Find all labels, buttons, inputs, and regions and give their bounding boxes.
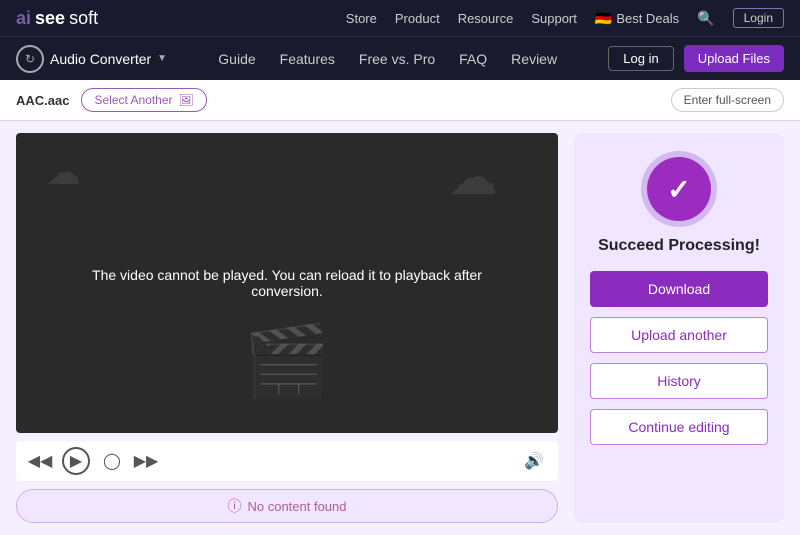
action-buttons: Download Upload another History Continue… <box>590 271 768 445</box>
volume-button[interactable]: 🔊 <box>522 449 546 473</box>
video-panel: ☁ ☁ 🎬 The video cannot be played. You ca… <box>16 133 558 523</box>
video-message: The video cannot be played. You can relo… <box>16 267 558 299</box>
best-deals[interactable]: 🇩🇪 Best Deals <box>595 10 679 27</box>
select-another-label: Select Another <box>94 93 172 107</box>
login-button[interactable]: Log in <box>608 46 673 71</box>
brand-icon: ↻ <box>16 45 44 73</box>
success-text: Succeed Processing! <box>598 237 760 255</box>
play-button[interactable]: ▶ <box>62 447 90 475</box>
video-controls: ◀◀ ▶ ◯ ▶▶ 🔊 <box>16 441 558 481</box>
cloud-icon-right: ☁ <box>448 148 498 206</box>
file-name-label: AAC.aac <box>16 93 69 108</box>
top-nav: aiseesoft Store Product Resource Support… <box>0 0 800 36</box>
nav-support[interactable]: Support <box>531 11 577 26</box>
chevron-down-icon[interactable]: ▼ <box>157 53 167 64</box>
logo-soft: soft <box>69 8 98 29</box>
secondary-nav-links: Guide Features Free vs. Pro FAQ Review <box>218 51 557 67</box>
info-icon: ⓘ <box>227 496 241 516</box>
nav-resource[interactable]: Resource <box>458 11 514 26</box>
controls-left: ◀◀ ▶ ◯ ▶▶ <box>28 447 158 475</box>
checkmark-icon: ✓ <box>667 173 690 206</box>
nav-faq[interactable]: FAQ <box>459 51 487 67</box>
logo-see: see <box>35 8 65 29</box>
content-area: ☁ ☁ 🎬 The video cannot be played. You ca… <box>0 121 800 535</box>
right-panel: ✓ Succeed Processing! Download Upload an… <box>574 133 784 523</box>
toolbar-left: AAC.aac Select Another 🖼 <box>16 88 207 112</box>
logo: aiseesoft <box>16 8 98 29</box>
flag-icon: 🇩🇪 <box>595 10 612 27</box>
no-content-bar: ⓘ No content found <box>16 489 558 523</box>
nav-product[interactable]: Product <box>395 11 440 26</box>
search-icon[interactable]: 🔍 <box>697 10 714 27</box>
brand-label: Audio Converter <box>50 51 151 67</box>
monitor-icon: 🖼 <box>179 93 194 107</box>
nav-review[interactable]: Review <box>511 51 557 67</box>
continue-editing-button[interactable]: Continue editing <box>590 409 768 445</box>
brand-nav: ↻ Audio Converter ▼ <box>16 45 167 73</box>
history-button[interactable]: History <box>590 363 768 399</box>
success-circle: ✓ <box>647 157 711 221</box>
top-nav-links: Store Product Resource Support 🇩🇪 Best D… <box>346 8 784 28</box>
fullscreen-button[interactable]: Enter full-screen <box>671 88 784 112</box>
main-toolbar: AAC.aac Select Another 🖼 Enter full-scre… <box>0 80 800 121</box>
download-button[interactable]: Download <box>590 271 768 307</box>
stop-button[interactable]: ◯ <box>100 449 124 473</box>
fast-forward-button[interactable]: ▶▶ <box>134 449 158 473</box>
upload-files-button[interactable]: Upload Files <box>684 45 784 72</box>
top-login-button[interactable]: Login <box>733 8 784 28</box>
upload-another-button[interactable]: Upload another <box>590 317 768 353</box>
nav-free-vs-pro[interactable]: Free vs. Pro <box>359 51 435 67</box>
video-container: ☁ ☁ 🎬 The video cannot be played. You ca… <box>16 133 558 433</box>
logo-ai: ai <box>16 8 31 29</box>
second-nav: ↻ Audio Converter ▼ Guide Features Free … <box>0 36 800 80</box>
select-another-button[interactable]: Select Another 🖼 <box>81 88 206 112</box>
no-content-text: No content found <box>247 499 346 514</box>
nav-guide[interactable]: Guide <box>218 51 255 67</box>
best-deals-label: Best Deals <box>616 11 679 26</box>
cloud-icon-left: ☁ <box>46 153 81 193</box>
nav-actions: Log in Upload Files <box>608 45 784 72</box>
nav-features[interactable]: Features <box>280 51 335 67</box>
nav-store[interactable]: Store <box>346 11 377 26</box>
film-icon: 🎬 <box>243 321 330 403</box>
rewind-button[interactable]: ◀◀ <box>28 449 52 473</box>
